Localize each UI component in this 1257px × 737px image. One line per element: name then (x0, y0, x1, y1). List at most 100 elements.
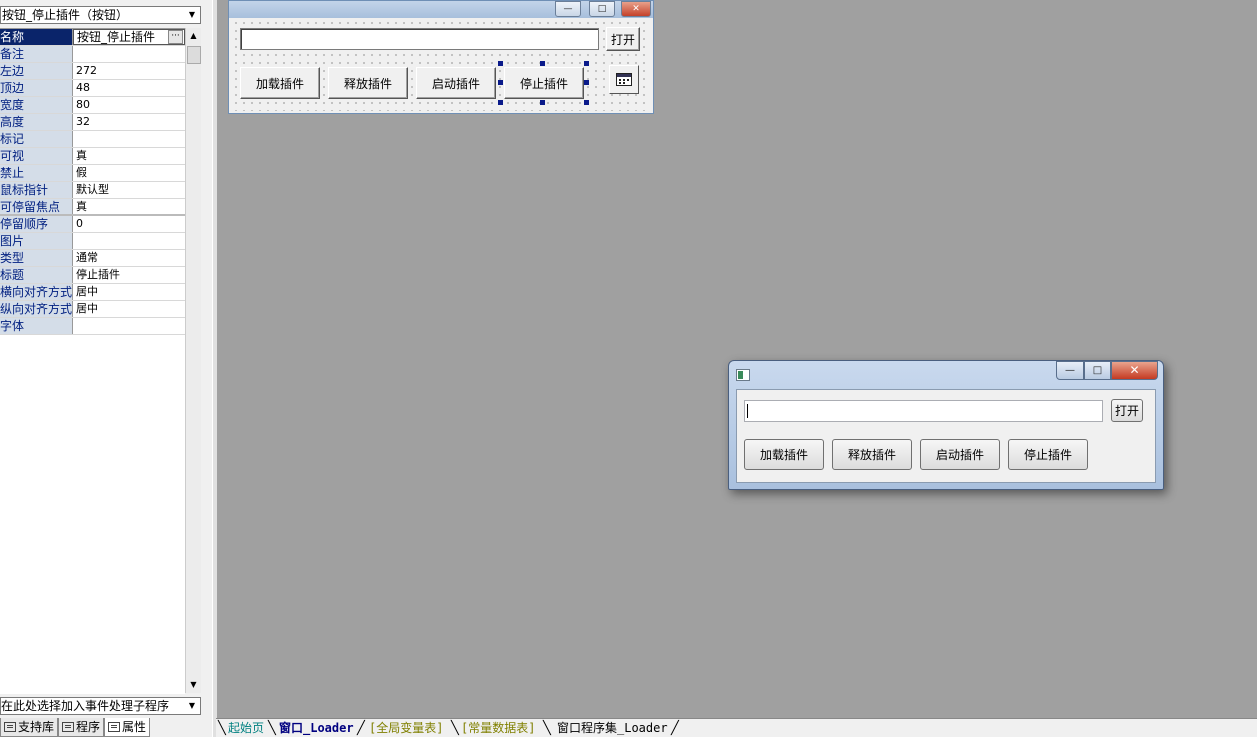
property-value-text: 32 (76, 115, 90, 128)
property-value-text: 停止插件 (76, 268, 120, 281)
property-value[interactable]: 32 (73, 114, 185, 130)
property-value[interactable]: 272 (73, 63, 185, 79)
property-name: 宽度 (0, 97, 73, 113)
property-row[interactable]: 高度 32 (0, 114, 185, 131)
property-row[interactable]: 左边 272 (0, 63, 185, 80)
event-handler-selector[interactable]: 在此处选择加入事件处理子程序 ▼ (0, 697, 201, 715)
property-name: 鼠标指针 (0, 182, 73, 198)
property-value[interactable]: 居中 (73, 301, 185, 317)
selection-handle[interactable] (584, 80, 589, 85)
preview-stop-plugin-button[interactable]: 停止插件 (1008, 439, 1088, 470)
selection-handle[interactable] (498, 100, 503, 105)
property-value[interactable] (73, 318, 185, 334)
property-value[interactable] (73, 131, 185, 147)
property-value[interactable] (73, 233, 185, 249)
property-row[interactable]: 纵向对齐方式 居中 (0, 301, 185, 318)
tab-properties[interactable]: 属性 (104, 718, 151, 737)
maximize-icon[interactable]: □ (589, 1, 615, 17)
property-row[interactable]: 可停留焦点真 (0, 199, 185, 216)
selection-handle[interactable] (498, 80, 503, 85)
selection-handle[interactable] (584, 100, 589, 105)
close-icon[interactable]: ✕ (621, 1, 651, 17)
design-open-button[interactable]: 打开 (606, 27, 640, 51)
close-icon[interactable]: ✕ (1111, 361, 1158, 380)
tab-window-loader[interactable]: 窗口_Loader (279, 720, 354, 737)
property-value-text: 48 (76, 81, 90, 94)
design-start-plugin-button[interactable]: 启动插件 (416, 67, 496, 99)
tab-start-page[interactable]: 起始页 (228, 720, 264, 737)
scroll-up-icon[interactable]: ▲ (186, 28, 201, 44)
property-row[interactable]: 备注 (0, 46, 185, 63)
property-name: 可停留焦点 (0, 199, 73, 214)
property-row[interactable]: 可视真 (0, 148, 185, 165)
property-panel: 按钮_停止插件（按钮） ▼ 名称 按钮_停止插件 ··· 备注 左边 272 顶边 48 宽度 8… (0, 0, 213, 737)
property-name: 图片 (0, 233, 73, 249)
preview-release-plugin-button[interactable]: 释放插件 (832, 439, 912, 470)
scroll-down-icon[interactable]: ▼ (186, 677, 201, 693)
property-row[interactable]: 停留顺序 0 (0, 216, 185, 233)
preview-start-plugin-button[interactable]: 启动插件 (920, 439, 1000, 470)
minimize-icon[interactable]: — (555, 1, 581, 17)
property-scrollbar[interactable]: ▲ ▼ (185, 28, 201, 693)
property-name: 纵向对齐方式 (0, 301, 73, 317)
tab-support-library[interactable]: 支持库 (0, 718, 59, 737)
object-selector[interactable]: 按钮_停止插件（按钮） ▼ (0, 6, 201, 24)
property-value[interactable]: 真 (73, 148, 185, 164)
preview-path-input[interactable] (744, 400, 1103, 422)
property-row[interactable]: 名称 按钮_停止插件 ··· (0, 29, 185, 46)
property-value[interactable]: 停止插件 (73, 267, 185, 283)
selection-handle[interactable] (540, 61, 545, 66)
minimize-icon[interactable]: — (1056, 361, 1084, 380)
property-value[interactable]: 0 (73, 216, 185, 232)
timer-icon (616, 73, 632, 86)
property-value[interactable]: 假 (73, 165, 185, 181)
property-row[interactable]: 顶边 48 (0, 80, 185, 97)
preview-open-button[interactable]: 打开 (1111, 399, 1143, 422)
selection-handle[interactable] (540, 100, 545, 105)
property-value[interactable]: 默认型 (73, 182, 185, 198)
tab-constant-table[interactable]: [常量数据表] (461, 720, 535, 737)
splitter[interactable] (212, 0, 217, 737)
property-value[interactable] (73, 46, 185, 62)
tab-window-assembly-loader[interactable]: 窗口程序集_Loader (557, 720, 668, 737)
tab-program[interactable]: 程序 (58, 718, 105, 737)
tab-separator: ╲ (218, 721, 226, 736)
selection-handle[interactable] (498, 61, 503, 66)
text-caret (747, 404, 748, 418)
preview-load-plugin-button[interactable]: 加载插件 (744, 439, 824, 470)
property-value[interactable]: 居中 (73, 284, 185, 300)
property-value[interactable]: 48 (73, 80, 185, 96)
property-name: 禁止 (0, 165, 73, 181)
property-row[interactable]: 禁止假 (0, 165, 185, 182)
object-selector-value: 按钮_停止插件（按钮） (2, 8, 129, 22)
property-row[interactable]: 图片 (0, 233, 185, 250)
property-value[interactable]: 80 (73, 97, 185, 113)
design-stop-plugin-button[interactable]: 停止插件 (504, 67, 584, 99)
maximize-icon[interactable]: □ (1084, 361, 1111, 380)
design-canvas[interactable]: 打开 加载插件 释放插件 启动插件 停止插件 (232, 19, 650, 111)
property-row[interactable]: 字体 (0, 318, 185, 335)
design-path-input[interactable] (240, 28, 599, 50)
property-row[interactable]: 标题 停止插件 (0, 267, 185, 284)
chevron-down-icon[interactable]: ▼ (185, 699, 199, 713)
library-icon (4, 722, 16, 732)
tab-global-variables[interactable]: [全局变量表] (369, 720, 443, 737)
design-load-plugin-button[interactable]: 加载插件 (240, 67, 320, 99)
selection-handle[interactable] (584, 61, 589, 66)
chevron-down-icon[interactable]: ▼ (185, 8, 199, 22)
property-value[interactable]: 按钮_停止插件 ··· (73, 29, 185, 45)
property-grid: 名称 按钮_停止插件 ··· 备注 左边 272 顶边 48 宽度 80 高度 32 标记 可视真禁止假鼠… (0, 28, 185, 694)
property-name: 顶边 (0, 80, 73, 96)
document-tab-bar: ╲ 起始页 ╲ 窗口_Loader ╱ [全局变量表] ╲ [常量数据表] ╲ … (216, 718, 1257, 737)
property-value[interactable]: 真 (73, 199, 185, 214)
scroll-thumb[interactable] (187, 46, 201, 64)
property-row[interactable]: 宽度 80 (0, 97, 185, 114)
property-row[interactable]: 鼠标指针 默认型 (0, 182, 185, 199)
property-row[interactable]: 横向对齐方式 居中 (0, 284, 185, 301)
timer-component[interactable] (609, 65, 639, 94)
property-row[interactable]: 标记 (0, 131, 185, 148)
property-row[interactable]: 类型 通常 (0, 250, 185, 267)
design-release-plugin-button[interactable]: 释放插件 (328, 67, 408, 99)
ellipsis-button[interactable]: ··· (168, 30, 183, 44)
property-value[interactable]: 通常 (73, 250, 185, 266)
